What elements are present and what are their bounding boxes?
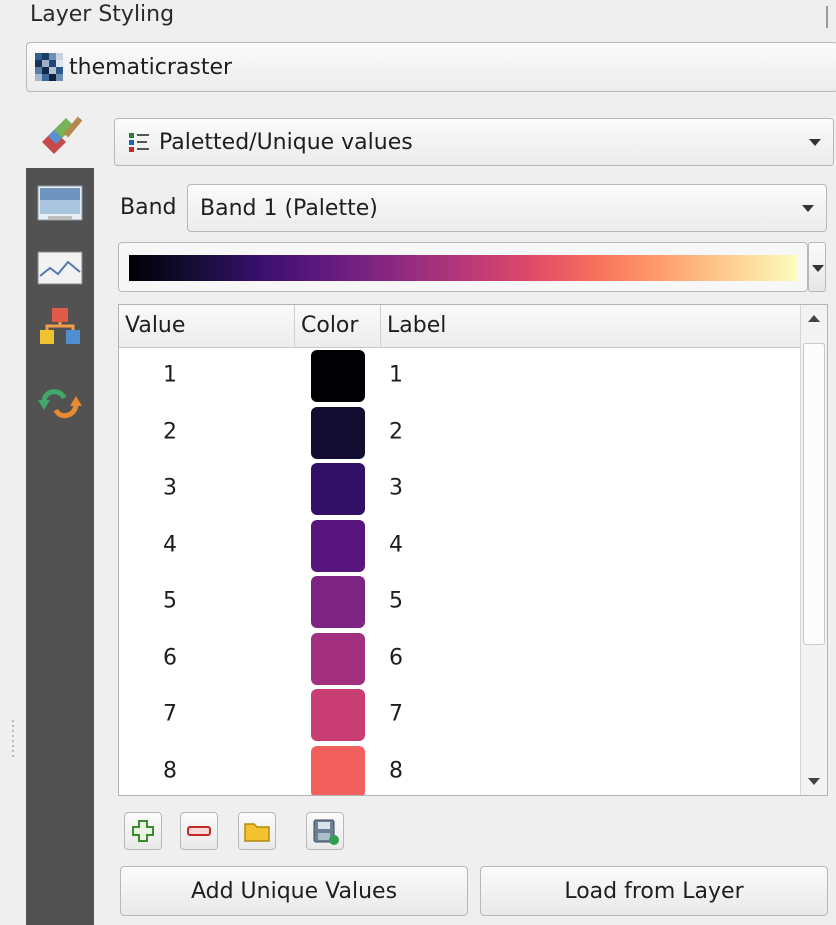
raster-layer-icon bbox=[35, 53, 63, 81]
table-scrollbar[interactable] bbox=[800, 305, 827, 795]
histogram-icon[interactable] bbox=[34, 244, 86, 292]
layer-name: thematicraster bbox=[69, 54, 233, 80]
scroll-up-icon[interactable] bbox=[808, 315, 820, 322]
color-swatch[interactable] bbox=[311, 689, 365, 741]
add-value-button[interactable] bbox=[124, 812, 162, 850]
add-icon bbox=[132, 820, 154, 842]
row-label[interactable]: 6 bbox=[389, 645, 403, 670]
save-icon bbox=[313, 819, 339, 845]
paletted-renderer-icon bbox=[129, 131, 151, 153]
table-row[interactable]: 1 1 bbox=[119, 347, 801, 404]
history-icon[interactable] bbox=[34, 380, 86, 428]
row-value[interactable]: 8 bbox=[163, 758, 177, 783]
rendering-icon[interactable] bbox=[34, 306, 86, 354]
row-value[interactable]: 1 bbox=[163, 363, 177, 388]
palette-table[interactable]: Value Color Label 1 1 2 2 3 3 4 4 5 5 6 … bbox=[118, 304, 828, 796]
row-label[interactable]: 3 bbox=[389, 476, 403, 501]
row-label[interactable]: 1 bbox=[389, 363, 403, 388]
column-header-value[interactable]: Value bbox=[119, 305, 295, 347]
color-swatch[interactable] bbox=[311, 576, 365, 628]
chevron-down-icon bbox=[812, 265, 824, 272]
add-unique-values-button[interactable]: Add Unique Values bbox=[120, 866, 468, 916]
column-header-label[interactable]: Label bbox=[381, 305, 446, 347]
band-value: Band 1 (Palette) bbox=[200, 195, 378, 221]
row-value[interactable]: 5 bbox=[163, 589, 177, 614]
table-row[interactable]: 5 5 bbox=[119, 573, 801, 630]
remove-icon bbox=[187, 826, 211, 836]
row-value[interactable]: 6 bbox=[163, 645, 177, 670]
renderer-selector[interactable]: Paletted/Unique values bbox=[114, 118, 834, 166]
table-header: Value Color Label bbox=[119, 305, 801, 348]
row-value[interactable]: 7 bbox=[163, 702, 177, 727]
transparency-icon[interactable] bbox=[34, 180, 86, 228]
row-label[interactable]: 5 bbox=[389, 589, 403, 614]
row-value[interactable]: 3 bbox=[163, 476, 177, 501]
row-label[interactable]: 4 bbox=[389, 532, 403, 557]
column-header-color[interactable]: Color bbox=[295, 305, 381, 347]
table-row[interactable]: 6 6 bbox=[119, 630, 801, 687]
panel-title: Layer Styling bbox=[30, 2, 175, 27]
color-swatch[interactable] bbox=[311, 463, 365, 515]
row-label[interactable]: 2 bbox=[389, 419, 403, 444]
band-selector[interactable]: Band 1 (Palette) bbox=[187, 184, 827, 232]
table-body: 1 1 2 2 3 3 4 4 5 5 6 6 7 7 8 8 bbox=[119, 347, 801, 795]
color-swatch[interactable] bbox=[311, 745, 365, 795]
color-ramp-preview bbox=[129, 255, 797, 281]
scroll-down-icon[interactable] bbox=[808, 778, 820, 785]
band-label: Band bbox=[120, 195, 177, 220]
renderer-label: Paletted/Unique values bbox=[159, 129, 413, 155]
splitter-handle[interactable] bbox=[12, 720, 14, 760]
row-label[interactable]: 8 bbox=[389, 758, 403, 783]
load-from-layer-button[interactable]: Load from Layer bbox=[480, 866, 828, 916]
table-row[interactable]: 4 4 bbox=[119, 517, 801, 574]
layer-selector[interactable]: thematicraster bbox=[26, 42, 836, 92]
table-row[interactable]: 8 8 bbox=[119, 743, 801, 795]
table-row[interactable]: 3 3 bbox=[119, 460, 801, 517]
load-file-icon bbox=[244, 823, 270, 842]
export-color-map-button[interactable] bbox=[306, 812, 344, 850]
row-value[interactable]: 4 bbox=[163, 532, 177, 557]
color-ramp-button[interactable] bbox=[118, 242, 808, 292]
float-panel-icon[interactable] bbox=[826, 6, 836, 28]
color-ramp-menu-button[interactable] bbox=[808, 242, 826, 292]
chevron-down-icon bbox=[802, 205, 814, 212]
color-swatch[interactable] bbox=[311, 519, 365, 572]
color-swatch[interactable] bbox=[311, 350, 365, 402]
remove-value-button[interactable] bbox=[180, 812, 218, 850]
load-color-map-button[interactable] bbox=[238, 812, 276, 850]
table-row[interactable]: 7 7 bbox=[119, 686, 801, 743]
table-row[interactable]: 2 2 bbox=[119, 404, 801, 461]
symbology-icon[interactable] bbox=[34, 112, 86, 160]
color-swatch[interactable] bbox=[311, 406, 365, 459]
scrollbar-thumb[interactable] bbox=[803, 343, 825, 645]
row-value[interactable]: 2 bbox=[163, 419, 177, 444]
row-label[interactable]: 7 bbox=[389, 702, 403, 727]
chevron-down-icon bbox=[809, 139, 821, 146]
color-swatch[interactable] bbox=[311, 632, 365, 685]
